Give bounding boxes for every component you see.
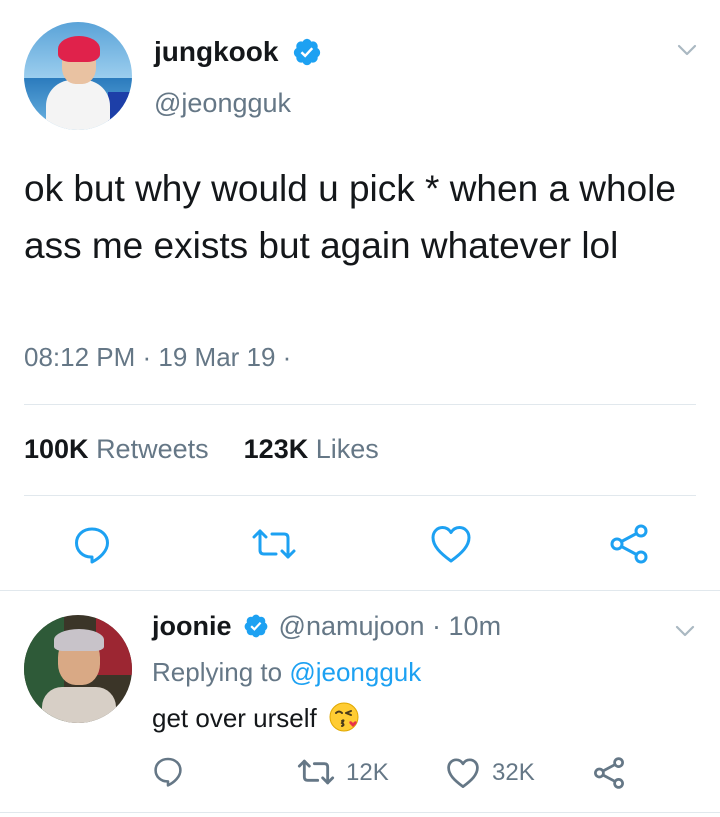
tweet-text: ok but why would u pick * when a whole a…	[24, 168, 676, 266]
share-icon[interactable]	[592, 757, 626, 789]
display-name[interactable]: jungkook	[154, 36, 278, 67]
retweet-count[interactable]: 12K	[346, 759, 389, 787]
divider	[0, 812, 720, 813]
divider	[24, 404, 696, 405]
kissing-face-emoji	[329, 702, 359, 732]
reply-display-name[interactable]: joonie	[152, 611, 232, 641]
main-tweet: jungkook @jeongguk ok but why would u pi…	[0, 0, 720, 590]
chevron-down-icon[interactable]	[674, 623, 696, 639]
handle[interactable]: @jeongguk	[154, 88, 291, 119]
verified-badge-icon	[244, 614, 268, 638]
tweet-stats: 100K Retweets 123K Likes	[24, 434, 379, 465]
like-count[interactable]: 32K	[492, 759, 535, 787]
reply-text: get over urself	[152, 703, 317, 733]
retweets-stat[interactable]: 100K Retweets	[24, 434, 209, 464]
reply-tweet: joonie @namujoon · 10m Replying to @jeon…	[0, 591, 720, 817]
retweet-icon[interactable]	[250, 526, 298, 562]
avatar-jungkook[interactable]	[24, 22, 132, 130]
chevron-down-icon[interactable]	[676, 42, 698, 58]
like-icon[interactable]	[446, 757, 480, 789]
verified-badge-icon	[294, 38, 321, 65]
reply-icon[interactable]	[152, 755, 184, 787]
timestamp[interactable]: 08:12 PM · 19 Mar 19 ·	[24, 342, 291, 373]
reply-handle[interactable]: @namujoon	[279, 611, 425, 641]
reply-time[interactable]: · 10m	[432, 611, 501, 641]
reply-icon[interactable]	[72, 524, 112, 564]
share-icon[interactable]	[608, 524, 650, 564]
mention-link[interactable]: @jeongguk	[289, 657, 421, 687]
reply-text-container: get over urself	[152, 701, 360, 734]
divider	[24, 495, 696, 496]
like-icon[interactable]	[430, 524, 472, 564]
avatar-joonie[interactable]	[24, 615, 132, 723]
replying-to: Replying to @jeongguk	[152, 657, 422, 687]
likes-stat[interactable]: 123K Likes	[244, 434, 379, 464]
retweet-icon[interactable]	[296, 757, 336, 787]
